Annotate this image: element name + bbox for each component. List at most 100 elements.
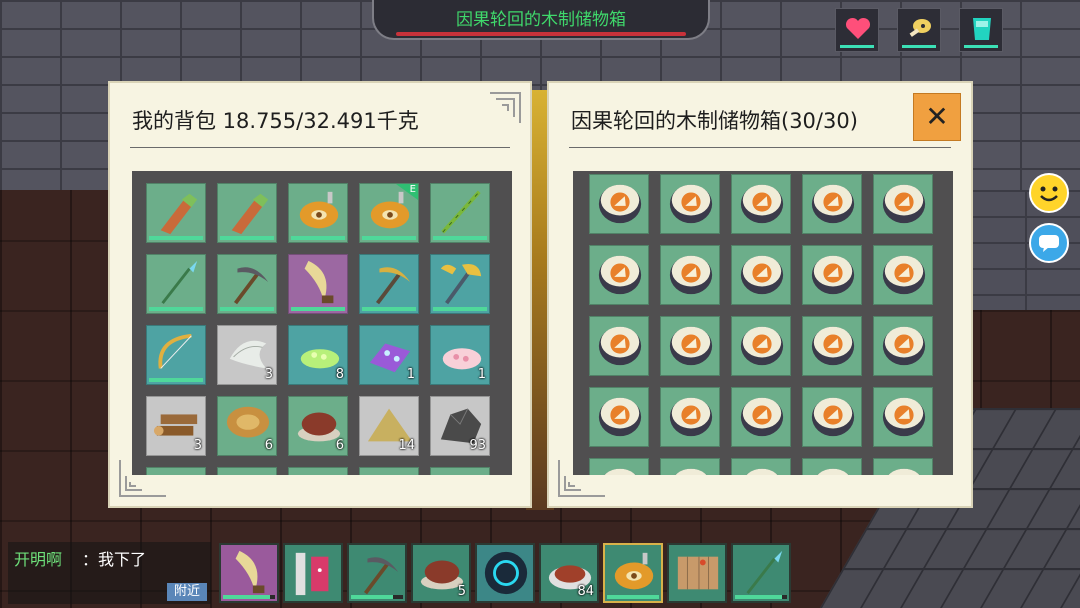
inventory-slot[interactable] [731,245,791,305]
item-count: 6 [335,438,344,453]
recipe-scroll-icon [666,250,716,298]
inventory-slot[interactable] [288,183,348,243]
inventory-slot[interactable]: 6 [217,396,277,456]
portal-orb-icon [482,549,530,597]
inventory-slot[interactable] [873,174,933,234]
inventory-slot[interactable]: 84 [539,543,599,603]
durability-bar [220,236,274,240]
gold-pickaxe-icon [365,259,415,307]
inventory-slot[interactable] [146,325,206,385]
hunger-fill [902,45,936,48]
chat-box[interactable]: 开明啊 ：我下了 附近 [8,542,211,604]
inventory-slot[interactable] [603,543,663,603]
inventory-slot[interactable] [873,245,933,305]
inventory-slot[interactable] [660,458,720,475]
recipe-scroll-icon [808,179,858,227]
inventory-slot[interactable] [660,174,720,234]
inventory-slot[interactable] [430,467,490,475]
inventory-slot[interactable]: 3 [217,325,277,385]
wooden-club-icon [223,188,273,236]
inventory-slot[interactable] [589,316,649,376]
chat-toggle-button[interactable] [1029,223,1069,263]
inventory-slot[interactable] [802,174,862,234]
durability-bar [291,307,345,311]
golden-axe-icon [436,259,486,307]
chat-channel-button[interactable]: 附近 [167,583,207,601]
inventory-slot[interactable] [146,254,206,314]
inventory-slot[interactable] [873,316,933,376]
recipe-scroll-icon [879,392,929,440]
inventory-slot[interactable]: 1 [430,325,490,385]
inventory-slot[interactable] [660,316,720,376]
inventory-slot[interactable]: 5 [411,543,471,603]
chat-bubble-icon [1039,235,1059,252]
map-scroll-icon [674,549,722,597]
inventory-slot[interactable] [731,174,791,234]
inventory-slot[interactable] [589,458,649,475]
inventory-slot[interactable] [802,316,862,376]
hunger-status[interactable] [897,8,941,52]
inventory-slot[interactable] [589,245,649,305]
recipe-scroll-icon [879,250,929,298]
heart-icon [845,17,871,39]
recipe-scroll-icon [595,179,645,227]
chat-message: ：我下了 [82,550,147,569]
inventory-slot[interactable] [219,543,279,603]
item-count: 3 [193,438,202,453]
inventory-slot[interactable] [589,387,649,447]
inventory-slot[interactable] [589,174,649,234]
inventory-slot[interactable] [217,254,277,314]
inventory-slot[interactable] [731,458,791,475]
inventory-slot[interactable] [347,543,407,603]
close-button[interactable]: ✕ [913,93,961,141]
inventory-slot[interactable] [288,254,348,314]
inventory-slot[interactable] [217,183,277,243]
inventory-slot[interactable] [731,387,791,447]
inventory-slot[interactable] [430,254,490,314]
divider [130,147,510,148]
inventory-slot[interactable] [873,387,933,447]
corner-ornament [490,92,521,123]
inventory-slot[interactable] [731,316,791,376]
thirst-status[interactable] [959,8,1003,52]
inventory-slot[interactable]: 14 [359,396,419,456]
inventory-slot[interactable] [146,183,206,243]
inventory-slot[interactable] [283,543,343,603]
inventory-slot[interactable] [731,543,791,603]
backpack-title: 我的背包 18.755/32.491千克 [132,109,419,133]
durability-bar [149,307,203,311]
recipe-scroll-icon [666,463,716,475]
inventory-slot[interactable]: 3 [146,396,206,456]
inventory-slot[interactable]: E [359,183,419,243]
inventory-slot[interactable] [873,458,933,475]
inventory-slot[interactable] [802,458,862,475]
inventory-slot[interactable] [802,245,862,305]
inventory-slot[interactable] [359,467,419,475]
inventory-slot[interactable]: 93 [430,396,490,456]
inventory-slot[interactable]: 1 [359,325,419,385]
inventory-slot[interactable] [217,467,277,475]
inventory-slot[interactable] [359,254,419,314]
meat-icon [909,19,931,37]
inventory-slot[interactable] [660,387,720,447]
inventory-slot[interactable] [667,543,727,603]
inventory-slot[interactable] [146,467,206,475]
recipe-scroll-icon [737,392,787,440]
health-status[interactable] [835,8,879,52]
inventory-slot[interactable] [802,387,862,447]
inventory-slot[interactable] [660,245,720,305]
emoji-button[interactable] [1029,173,1069,213]
recipe-scroll-icon [595,392,645,440]
inventory-slot[interactable]: 8 [288,325,348,385]
inventory-slot[interactable]: 6 [288,396,348,456]
backpack-grid: E 3 8 1 1 3 6 6 14 93 [132,171,512,475]
water-gourd-icon [294,188,344,236]
recipe-scroll-icon [737,463,787,475]
durability-bar [433,307,487,311]
durability-bar [607,595,659,599]
inventory-slot[interactable] [288,467,348,475]
inventory-slot[interactable] [430,183,490,243]
recipe-scroll-icon [737,321,787,369]
inventory-slot[interactable] [475,543,535,603]
chat-sender: 开明啊 [14,550,63,569]
